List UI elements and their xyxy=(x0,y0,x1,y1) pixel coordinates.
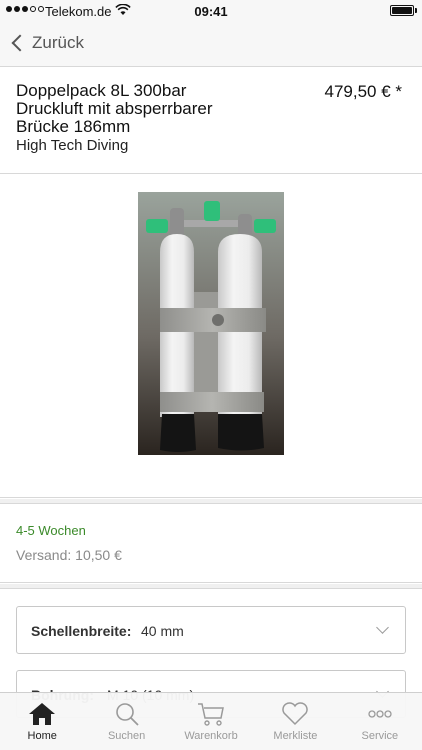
product-image-area xyxy=(0,175,422,498)
clock: 09:41 xyxy=(194,4,228,19)
product-title: Doppelpack 8L 300bar Druckluft mit abspe… xyxy=(16,81,213,136)
tab-label: Home xyxy=(27,730,57,742)
status-bar: Telekom.de 09:41 xyxy=(0,0,422,22)
tab-home[interactable]: Home xyxy=(0,693,84,750)
more-icon xyxy=(368,710,392,718)
back-label: Zurück xyxy=(32,33,84,52)
section-divider xyxy=(0,584,422,589)
tab-merkliste[interactable]: Merkliste xyxy=(253,693,337,750)
tab-bar: Home Suchen Warenkorb Merkliste Service xyxy=(0,692,422,750)
search-icon xyxy=(115,703,139,726)
cart-icon xyxy=(198,703,224,726)
chevron-down-icon xyxy=(376,621,389,634)
product-price: 479,50 € * xyxy=(324,82,402,101)
shipping-cost: Versand: 10,50 € xyxy=(16,547,122,563)
product-brand: High Tech Diving xyxy=(16,137,129,154)
section-divider xyxy=(0,499,422,504)
variant-select-schellenbreite[interactable]: Schellenbreite: 40 mm xyxy=(16,606,406,654)
home-icon xyxy=(29,703,56,725)
delivery-info: 4-5 Wochen Versand: 10,50 € xyxy=(0,505,422,583)
tab-warenkorb[interactable]: Warenkorb xyxy=(169,693,253,750)
navigation-bar: Zurück xyxy=(0,22,422,67)
battery-icon xyxy=(390,5,414,16)
variant-label: Schellenbreite: xyxy=(31,623,132,639)
back-button[interactable]: Zurück xyxy=(10,33,84,53)
heart-icon xyxy=(282,702,309,726)
tab-suchen[interactable]: Suchen xyxy=(84,693,168,750)
product-image[interactable] xyxy=(138,192,284,455)
variant-value: 40 mm xyxy=(141,623,184,639)
tab-label: Service xyxy=(361,730,399,742)
tab-service[interactable]: Service xyxy=(338,693,422,750)
tab-label: Suchen xyxy=(107,730,146,742)
product-header: Doppelpack 8L 300bar Druckluft mit abspe… xyxy=(0,68,422,174)
chevron-left-icon xyxy=(11,34,29,52)
delivery-time: 4-5 Wochen xyxy=(16,523,86,538)
tab-label: Merkliste xyxy=(273,730,318,742)
tab-label: Warenkorb xyxy=(184,730,238,742)
